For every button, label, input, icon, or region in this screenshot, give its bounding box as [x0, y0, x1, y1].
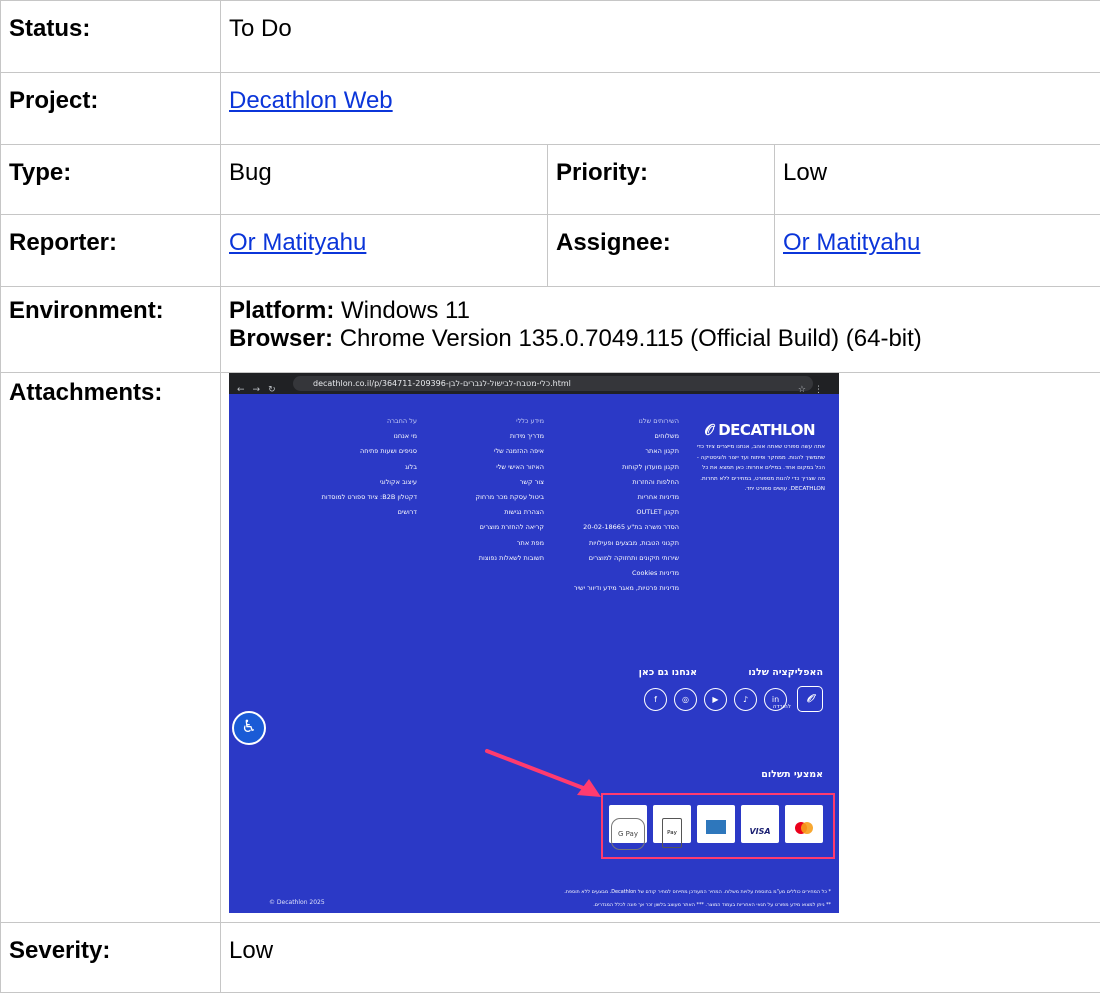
google-pay-label: G Pay — [611, 818, 645, 850]
priority-value: Low — [775, 145, 1100, 215]
apple-pay-card: Pay — [653, 805, 691, 843]
environment-platform: Platform: Windows 11 — [229, 297, 1100, 325]
assignee-link[interactable]: Or Matityahu — [783, 229, 920, 256]
platform-value: Windows 11 — [334, 297, 470, 324]
visa-label: VISA — [741, 818, 779, 846]
row-attachments: Attachments: ←→↻ decathlon.co.il/p/36471… — [1, 373, 1100, 923]
row-status: Status: To Do — [1, 1, 1100, 73]
google-pay-card: G Pay — [609, 805, 647, 843]
visa-card: VISA — [741, 805, 779, 843]
row-environment: Environment: Platform: Windows 11 Browse… — [1, 287, 1100, 373]
browser-label: Browser: — [229, 325, 333, 352]
issue-details-table: Status: To Do Project: Decathlon Web Typ… — [0, 0, 1100, 993]
mastercard-card — [785, 805, 823, 843]
row-reporter-assignee: Reporter: Or Matityahu Assignee: Or Mati… — [1, 215, 1100, 287]
environment-value: Platform: Windows 11 Browser: Chrome Ver… — [221, 287, 1100, 373]
row-project: Project: Decathlon Web — [1, 73, 1100, 145]
attachment-screenshot[interactable]: ←→↻ decathlon.co.il/p/364711-209396-כלי-… — [229, 373, 839, 913]
reporter-label: Reporter: — [1, 215, 221, 287]
reporter-cell: Or Matityahu — [221, 215, 548, 287]
footnote-warranty: ** ניתן למצוא מידע מפורט על תנאי האחריות… — [593, 891, 831, 913]
priority-label: Priority: — [548, 145, 775, 215]
status-value: To Do — [221, 1, 1100, 73]
browser-value: Chrome Version 135.0.7049.115 (Official … — [333, 325, 922, 352]
row-severity: Severity: Low — [1, 923, 1100, 993]
amex-icon — [706, 820, 726, 834]
assignee-cell: Or Matityahu — [775, 215, 1100, 287]
severity-value: Low — [221, 923, 1100, 993]
status-label: Status: — [1, 1, 221, 73]
project-label: Project: — [1, 73, 221, 145]
environment-label: Environment: — [1, 287, 221, 373]
reporter-link[interactable]: Or Matityahu — [229, 229, 366, 256]
severity-label: Severity: — [1, 923, 221, 993]
assignee-label: Assignee: — [548, 215, 775, 287]
type-value: Bug — [221, 145, 548, 215]
project-cell: Decathlon Web — [221, 73, 1100, 145]
platform-label: Platform: — [229, 297, 334, 324]
project-link[interactable]: Decathlon Web — [229, 87, 393, 114]
apple-pay-label: Pay — [662, 818, 682, 848]
mastercard-icon — [795, 822, 813, 834]
type-label: Type: — [1, 145, 221, 215]
environment-browser: Browser: Chrome Version 135.0.7049.115 (… — [229, 325, 1100, 353]
amex-card — [697, 805, 735, 843]
row-type-priority: Type: Bug Priority: Low — [1, 145, 1100, 215]
copyright: © Decathlon 2025 — [269, 889, 325, 913]
attachments-cell: ←→↻ decathlon.co.il/p/364711-209396-כלי-… — [221, 373, 1100, 923]
attachments-label: Attachments: — [1, 373, 221, 923]
